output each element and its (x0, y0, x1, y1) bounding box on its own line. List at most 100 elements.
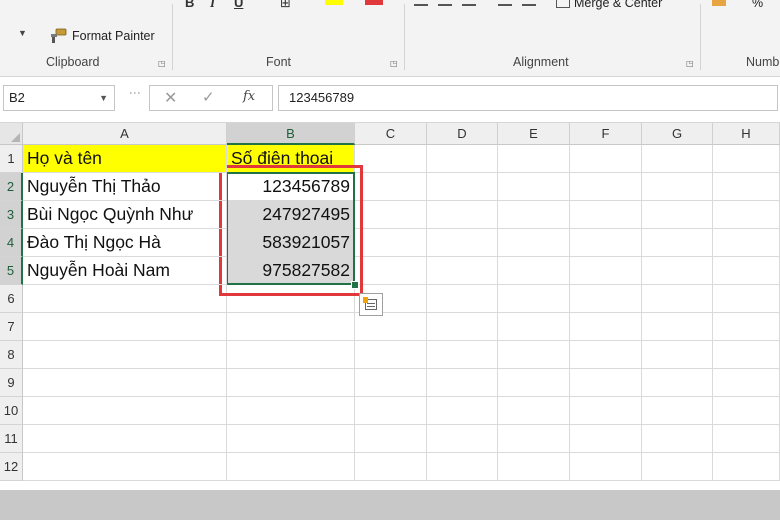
cell-b5[interactable]: 975827582 (227, 257, 355, 285)
alignment-launcher-icon[interactable]: ◳ (686, 59, 694, 68)
cell-b2[interactable]: 123456789 (227, 173, 355, 201)
font-color-icon[interactable] (365, 0, 383, 5)
cell-f11[interactable] (570, 425, 642, 453)
cell-b12[interactable] (227, 453, 355, 481)
row-header-4[interactable]: 4 (0, 229, 23, 257)
row-header-6[interactable]: 6 (0, 285, 23, 313)
cell-h1[interactable] (713, 145, 780, 173)
cell-h7[interactable] (713, 313, 780, 341)
cell-e5[interactable] (498, 257, 570, 285)
cell-a3[interactable]: Bùi Ngọc Quỳnh Như (23, 201, 227, 229)
cell-f9[interactable] (570, 369, 642, 397)
column-header-f[interactable]: F (570, 123, 642, 145)
cell-e1[interactable] (498, 145, 570, 173)
cell-b1[interactable]: Số điện thoại (227, 145, 355, 173)
cell-d8[interactable] (427, 341, 498, 369)
select-all-button[interactable] (0, 123, 23, 145)
cell-a5[interactable]: Nguyễn Hoài Nam (23, 257, 227, 285)
cell-b4[interactable]: 583921057 (227, 229, 355, 257)
cell-f12[interactable] (570, 453, 642, 481)
cell-c9[interactable] (355, 369, 427, 397)
cell-g8[interactable] (642, 341, 713, 369)
cell-e11[interactable] (498, 425, 570, 453)
cell-g7[interactable] (642, 313, 713, 341)
column-header-e[interactable]: E (498, 123, 570, 145)
cell-a8[interactable] (23, 341, 227, 369)
row-header-3[interactable]: 3 (0, 201, 23, 229)
cell-g10[interactable] (642, 397, 713, 425)
italic-icon[interactable]: I (210, 0, 215, 11)
cell-b10[interactable] (227, 397, 355, 425)
cell-f2[interactable] (570, 173, 642, 201)
underline-icon[interactable]: U (234, 0, 243, 10)
cell-c7[interactable] (355, 313, 427, 341)
cell-a11[interactable] (23, 425, 227, 453)
cell-a12[interactable] (23, 453, 227, 481)
column-header-g[interactable]: G (642, 123, 713, 145)
row-header-10[interactable]: 10 (0, 397, 23, 425)
cell-b7[interactable] (227, 313, 355, 341)
cell-f8[interactable] (570, 341, 642, 369)
cell-e3[interactable] (498, 201, 570, 229)
formula-input[interactable]: 123456789 (278, 85, 778, 111)
cell-e7[interactable] (498, 313, 570, 341)
cell-h5[interactable] (713, 257, 780, 285)
cell-e9[interactable] (498, 369, 570, 397)
column-header-d[interactable]: D (427, 123, 498, 145)
cell-e10[interactable] (498, 397, 570, 425)
cell-f10[interactable] (570, 397, 642, 425)
cell-b11[interactable] (227, 425, 355, 453)
cell-f7[interactable] (570, 313, 642, 341)
quick-analysis-button[interactable] (359, 293, 383, 316)
cell-d2[interactable] (427, 173, 498, 201)
cell-c2[interactable] (355, 173, 427, 201)
align-left-icon[interactable] (414, 4, 428, 6)
column-header-h[interactable]: H (713, 123, 780, 145)
cell-g1[interactable] (642, 145, 713, 173)
cell-h2[interactable] (713, 173, 780, 201)
cell-d5[interactable] (427, 257, 498, 285)
cell-h8[interactable] (713, 341, 780, 369)
cell-h6[interactable] (713, 285, 780, 313)
drag-handle-icon[interactable]: ⋮ (128, 87, 142, 98)
cancel-icon[interactable]: ✕ (164, 88, 177, 108)
cell-d3[interactable] (427, 201, 498, 229)
cell-a6[interactable] (23, 285, 227, 313)
row-header-2[interactable]: 2 (0, 173, 23, 201)
format-painter-button[interactable]: Format Painter (50, 28, 155, 44)
cell-c8[interactable] (355, 341, 427, 369)
enter-check-icon[interactable]: ✓ (202, 88, 215, 106)
cell-a1[interactable]: Họ và tên (23, 145, 227, 173)
number-format-icon[interactable] (712, 0, 726, 6)
cell-e8[interactable] (498, 341, 570, 369)
cell-c5[interactable] (355, 257, 427, 285)
row-header-7[interactable]: 7 (0, 313, 23, 341)
cell-f4[interactable] (570, 229, 642, 257)
cell-c11[interactable] (355, 425, 427, 453)
cell-b9[interactable] (227, 369, 355, 397)
cell-f6[interactable] (570, 285, 642, 313)
cell-g9[interactable] (642, 369, 713, 397)
cell-h3[interactable] (713, 201, 780, 229)
bold-icon[interactable]: B (185, 0, 194, 10)
font-launcher-icon[interactable]: ◳ (390, 59, 398, 68)
cell-d11[interactable] (427, 425, 498, 453)
cell-h10[interactable] (713, 397, 780, 425)
cell-h11[interactable] (713, 425, 780, 453)
chevron-down-icon[interactable]: ▼ (99, 86, 108, 110)
cell-c10[interactable] (355, 397, 427, 425)
borders-icon[interactable]: ⊞ (280, 0, 291, 11)
row-header-8[interactable]: 8 (0, 341, 23, 369)
cell-d7[interactable] (427, 313, 498, 341)
cell-a9[interactable] (23, 369, 227, 397)
cell-c1[interactable] (355, 145, 427, 173)
align-center-icon[interactable] (438, 4, 452, 6)
cell-g11[interactable] (642, 425, 713, 453)
percent-style-icon[interactable]: % (752, 0, 763, 10)
cell-g3[interactable] (642, 201, 713, 229)
cell-c12[interactable] (355, 453, 427, 481)
increase-indent-icon[interactable] (522, 4, 536, 6)
cell-c4[interactable] (355, 229, 427, 257)
chevron-down-icon[interactable]: ▼ (18, 28, 27, 38)
cell-d9[interactable] (427, 369, 498, 397)
